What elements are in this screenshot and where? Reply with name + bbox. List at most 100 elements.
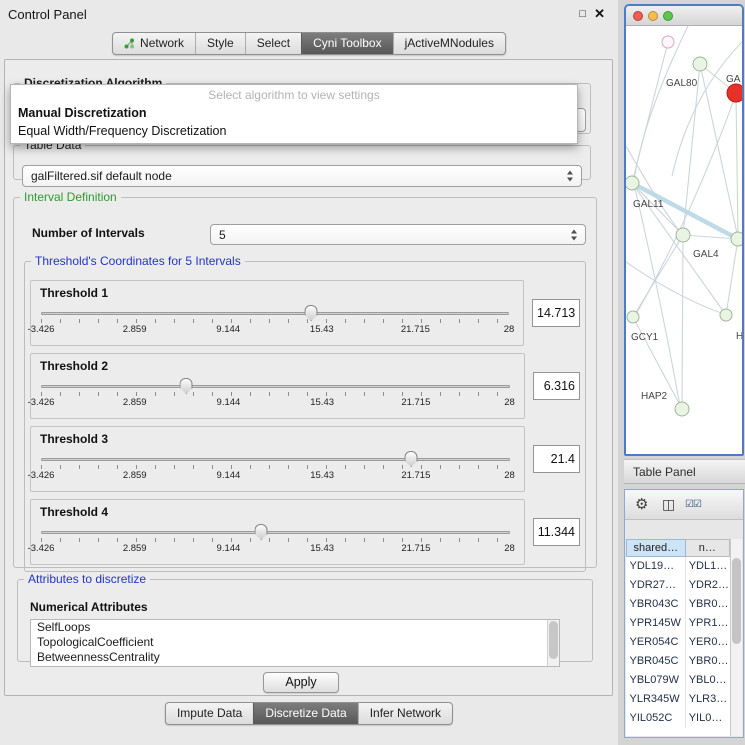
node-label: HAP2 <box>641 391 668 402</box>
tab-infer-network[interactable]: Infer Network <box>358 703 452 724</box>
tab-jactivemnodules[interactable]: jActiveMNodules <box>393 33 505 54</box>
cyni-toolbox-panel: Discretization Algorithm Table Data galF… <box>4 59 613 696</box>
network-node[interactable] <box>627 311 639 323</box>
network-edge <box>726 239 738 315</box>
column-header-name[interactable]: n… <box>685 540 729 557</box>
tab-style[interactable]: Style <box>195 33 245 54</box>
tab-cyni-toolbox[interactable]: Cyni Toolbox <box>301 33 392 54</box>
table-row[interactable]: YDL19…YDL1… <box>627 557 730 576</box>
threshold-4-value[interactable]: 11.344 <box>533 518 580 546</box>
table-data-select[interactable]: galFiltered.sif default node <box>22 165 582 187</box>
select-checkboxes-icon[interactable]: ☑☑ <box>685 499 701 510</box>
tick-label: 28 <box>504 324 515 335</box>
attribute-item[interactable]: TopologicalCoefficient <box>31 635 559 650</box>
tab-network[interactable]: Network <box>113 33 195 54</box>
slider-scale: -3.4262.8599.14415.4321.71528 <box>41 324 509 336</box>
network-node[interactable] <box>731 232 742 246</box>
table-cell: YLR3… <box>685 690 729 709</box>
tick-label: 2.859 <box>123 397 147 408</box>
tick-label: -3.426 <box>28 470 55 481</box>
threshold-1-value[interactable]: 14.713 <box>532 299 580 327</box>
table-row[interactable]: YLR345WYLR3… <box>627 690 730 709</box>
tick-label: 9.144 <box>216 324 240 335</box>
table-panel-window: ⚙ ◫ ☑☑ shared… n… YDL19…YDL1…YDR27…YDR2…… <box>624 489 744 738</box>
threshold-3-value[interactable]: 21.4 <box>533 445 580 473</box>
combo-arrows-icon <box>571 229 578 240</box>
network-node[interactable] <box>675 402 689 416</box>
algorithm-option[interactable]: Equal Width/Frequency Discretization <box>11 122 577 140</box>
tab-label: Impute Data <box>177 703 242 724</box>
slider-ticks <box>41 538 510 542</box>
tab-select[interactable]: Select <box>245 33 301 54</box>
network-node[interactable] <box>676 228 690 242</box>
attributes-to-discretize-group: Attributes to discretize Numerical Attri… <box>17 572 593 662</box>
network-graph: GAL80GAGAL11GAL4GCY1HHAP2 <box>626 26 742 454</box>
threshold-2-value[interactable]: 6.316 <box>533 372 580 400</box>
table-row[interactable]: YIL052CYIL0… <box>627 709 730 728</box>
tab-impute-data[interactable]: Impute Data <box>166 703 253 724</box>
tick-label: 9.144 <box>217 397 241 408</box>
control-panel-window: Control Panel □ ✕ NetworkStyleSelectCyni… <box>0 0 618 745</box>
table-cell: YDL1… <box>685 557 729 576</box>
table-row[interactable]: YBL079WYBL0… <box>627 671 730 690</box>
control-panel-tab-bar: NetworkStyleSelect Cyni Toolbox jActiveMNo… <box>112 32 506 55</box>
close-window-icon[interactable]: ✕ <box>594 6 605 22</box>
threshold-4-slider[interactable] <box>41 525 510 541</box>
threshold-3-row: Threshold 3 -3.4262.8599.14415.4321.7152… <box>30 426 580 492</box>
tick-label: 9.144 <box>217 470 241 481</box>
threshold-label: Threshold 1 <box>40 286 108 300</box>
zoom-traffic-light-icon[interactable] <box>663 11 673 21</box>
numerical-attributes-list[interactable]: SelfLoopsTopologicalCoefficientBetweenne… <box>30 619 560 667</box>
slider-scale: -3.4262.8599.14415.4321.71528 <box>41 397 510 409</box>
table-cell: YDR2… <box>685 576 729 595</box>
dropdown-placeholder: Select algorithm to view settings <box>11 85 577 104</box>
gear-icon[interactable]: ⚙ <box>635 495 648 513</box>
table-row[interactable]: YER054CYER0… <box>627 633 730 652</box>
column-header-shared-name[interactable]: shared… <box>627 540 686 557</box>
apply-button[interactable]: Apply <box>263 672 339 693</box>
selected-network-node[interactable] <box>727 84 742 102</box>
threshold-3-box: Threshold 3 -3.4262.8599.14415.4321.7152… <box>30 426 525 492</box>
tab-discretize-data[interactable]: Discretize Data <box>253 703 357 724</box>
attributes-scrollbar[interactable] <box>547 620 559 666</box>
table-row[interactable]: YBR045CYBR0… <box>627 652 730 671</box>
network-node[interactable] <box>693 57 707 71</box>
network-node[interactable] <box>662 36 674 48</box>
combo-arrows-icon <box>567 171 574 182</box>
network-node[interactable] <box>626 176 639 190</box>
table-cell: YLR345W <box>627 690 686 709</box>
tick-label: 28 <box>504 470 515 481</box>
table-cell: YIL0… <box>685 709 729 728</box>
float-window-icon[interactable]: □ <box>579 8 586 20</box>
tick-label: 21.715 <box>401 543 430 554</box>
close-traffic-light-icon[interactable] <box>633 11 643 21</box>
threshold-1-slider[interactable] <box>41 306 509 322</box>
table-row[interactable]: YPR145WYPR1… <box>627 614 730 633</box>
network-view-window: GAL80GAGAL11GAL4GCY1HHAP2 <box>624 4 744 456</box>
attribute-item[interactable]: SelfLoops <box>31 620 559 635</box>
table-row[interactable]: YBR043CYBR0… <box>627 595 730 614</box>
table-cell: YBR045C <box>627 652 686 671</box>
network-edges <box>632 42 738 409</box>
table-panel-titlebar: Table Panel <box>624 459 745 484</box>
tab-label: Cyni Toolbox <box>313 33 381 54</box>
tab-label: Infer Network <box>370 703 441 724</box>
threshold-3-slider[interactable] <box>41 452 510 468</box>
columns-icon[interactable]: ◫ <box>662 496 675 513</box>
threshold-2-row: Threshold 2 -3.4262.8599.14415.4321.7152… <box>30 353 580 419</box>
thresholds-group: Threshold's Coordinates for 5 Intervals … <box>24 254 586 572</box>
algorithm-option[interactable]: Manual Discretization <box>11 104 577 122</box>
scrollbar-thumb[interactable] <box>549 621 558 659</box>
minimize-traffic-light-icon[interactable] <box>648 11 658 21</box>
scrollbar-thumb[interactable] <box>732 558 741 644</box>
network-canvas[interactable]: GAL80GAGAL11GAL4GCY1HHAP2 <box>626 26 742 454</box>
node-label: GAL80 <box>666 78 698 89</box>
network-node[interactable] <box>720 309 732 321</box>
table-row[interactable]: YDR27…YDR2… <box>627 576 730 595</box>
table-cell: YER0… <box>685 633 729 652</box>
threshold-label: Threshold 2 <box>40 359 108 373</box>
table-scrollbar[interactable] <box>730 539 742 736</box>
attribute-item[interactable]: BetweennessCentrality <box>31 650 559 665</box>
threshold-2-slider[interactable] <box>41 379 510 395</box>
number-of-intervals-select[interactable]: 5 <box>210 224 586 245</box>
